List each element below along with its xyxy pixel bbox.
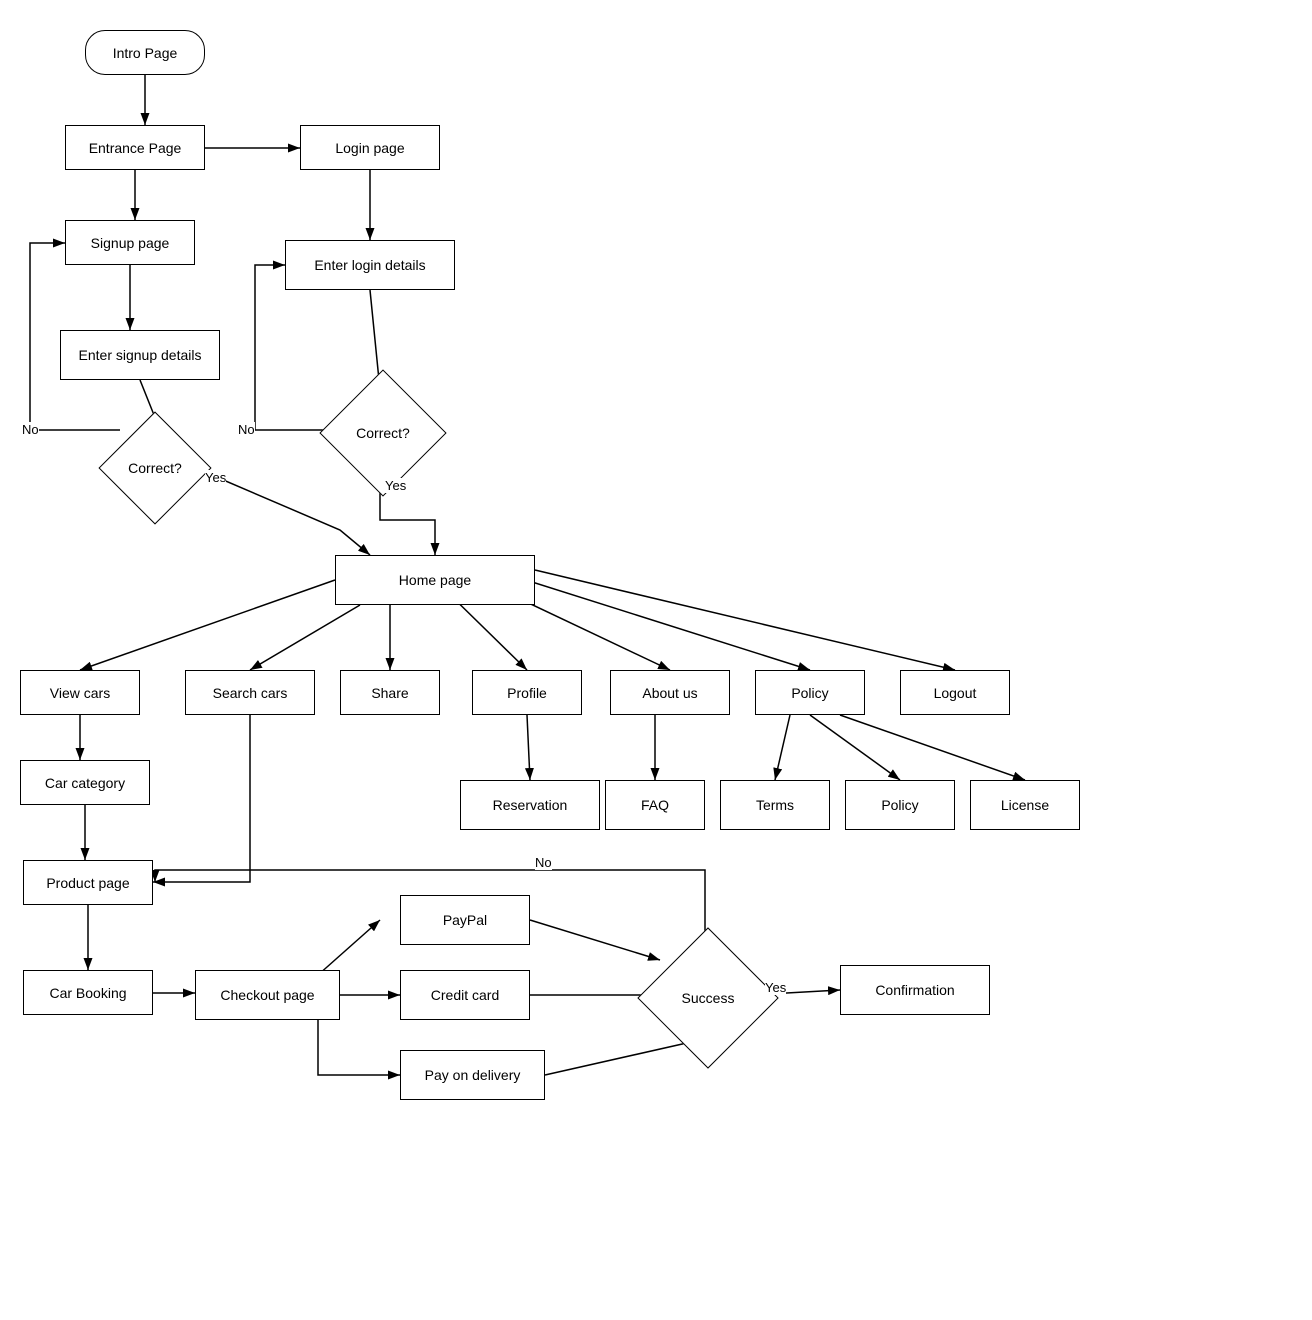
- correct-login-diamond: Correct?: [338, 388, 428, 478]
- no-success-label: No: [535, 855, 552, 870]
- policy-top-node: Policy: [755, 670, 865, 715]
- aboutus-node: About us: [610, 670, 730, 715]
- payondelivery-node: Pay on delivery: [400, 1050, 545, 1100]
- logout-node: Logout: [900, 670, 1010, 715]
- enter-login-details-label: Enter login details: [314, 257, 425, 273]
- arrows-svg: [0, 0, 1312, 1320]
- success-diamond: Success: [658, 948, 758, 1048]
- searchcars-label: Search cars: [213, 685, 288, 701]
- intro-page-node: Intro Page: [85, 30, 205, 75]
- policy-top-label: Policy: [791, 685, 828, 701]
- share-label: Share: [371, 685, 408, 701]
- payondelivery-label: Pay on delivery: [425, 1067, 521, 1083]
- creditcard-label: Credit card: [431, 987, 499, 1003]
- homepage-label: Home page: [399, 572, 471, 588]
- profile-label: Profile: [507, 685, 547, 701]
- searchcars-node: Search cars: [185, 670, 315, 715]
- yes-success-label: Yes: [765, 980, 786, 995]
- homepage-node: Home page: [335, 555, 535, 605]
- policy-sub-label: Policy: [881, 797, 918, 813]
- viewcars-node: View cars: [20, 670, 140, 715]
- share-node: Share: [340, 670, 440, 715]
- reservation-label: Reservation: [493, 797, 568, 813]
- intro-page-label: Intro Page: [113, 45, 178, 61]
- correct-signup-diamond: Correct?: [115, 428, 195, 508]
- reservation-node: Reservation: [460, 780, 600, 830]
- enter-login-details-node: Enter login details: [285, 240, 455, 290]
- faq-label: FAQ: [641, 797, 669, 813]
- logout-label: Logout: [934, 685, 977, 701]
- confirmation-label: Confirmation: [875, 982, 954, 998]
- terms-label: Terms: [756, 797, 794, 813]
- productpage-node: Product page: [23, 860, 153, 905]
- entrance-page-node: Entrance Page: [65, 125, 205, 170]
- yes-signup-label: Yes: [205, 470, 226, 485]
- creditcard-node: Credit card: [400, 970, 530, 1020]
- checkoutpage-label: Checkout page: [220, 987, 314, 1003]
- paypal-label: PayPal: [443, 912, 487, 928]
- profile-node: Profile: [472, 670, 582, 715]
- paypal-node: PayPal: [400, 895, 530, 945]
- signup-page-node: Signup page: [65, 220, 195, 265]
- policy-sub-node: Policy: [845, 780, 955, 830]
- carbooking-node: Car Booking: [23, 970, 153, 1015]
- viewcars-label: View cars: [50, 685, 110, 701]
- no-signup-label: No: [22, 422, 39, 437]
- no-login-label: No: [238, 422, 255, 437]
- yes-login-label: Yes: [385, 478, 406, 493]
- productpage-label: Product page: [46, 875, 129, 891]
- aboutus-label: About us: [642, 685, 697, 701]
- login-page-label: Login page: [335, 140, 404, 156]
- entrance-page-label: Entrance Page: [89, 140, 182, 156]
- enter-signup-details-node: Enter signup details: [60, 330, 220, 380]
- license-node: License: [970, 780, 1080, 830]
- checkoutpage-node: Checkout page: [195, 970, 340, 1020]
- signup-page-label: Signup page: [91, 235, 170, 251]
- carcategory-label: Car category: [45, 775, 125, 791]
- enter-signup-details-label: Enter signup details: [79, 347, 202, 363]
- faq-node: FAQ: [605, 780, 705, 830]
- confirmation-node: Confirmation: [840, 965, 990, 1015]
- carbooking-label: Car Booking: [49, 985, 126, 1001]
- license-label: License: [1001, 797, 1049, 813]
- carcategory-node: Car category: [20, 760, 150, 805]
- terms-node: Terms: [720, 780, 830, 830]
- flowchart-canvas: Intro Page Entrance Page Login page Sign…: [0, 0, 1312, 1320]
- login-page-node: Login page: [300, 125, 440, 170]
